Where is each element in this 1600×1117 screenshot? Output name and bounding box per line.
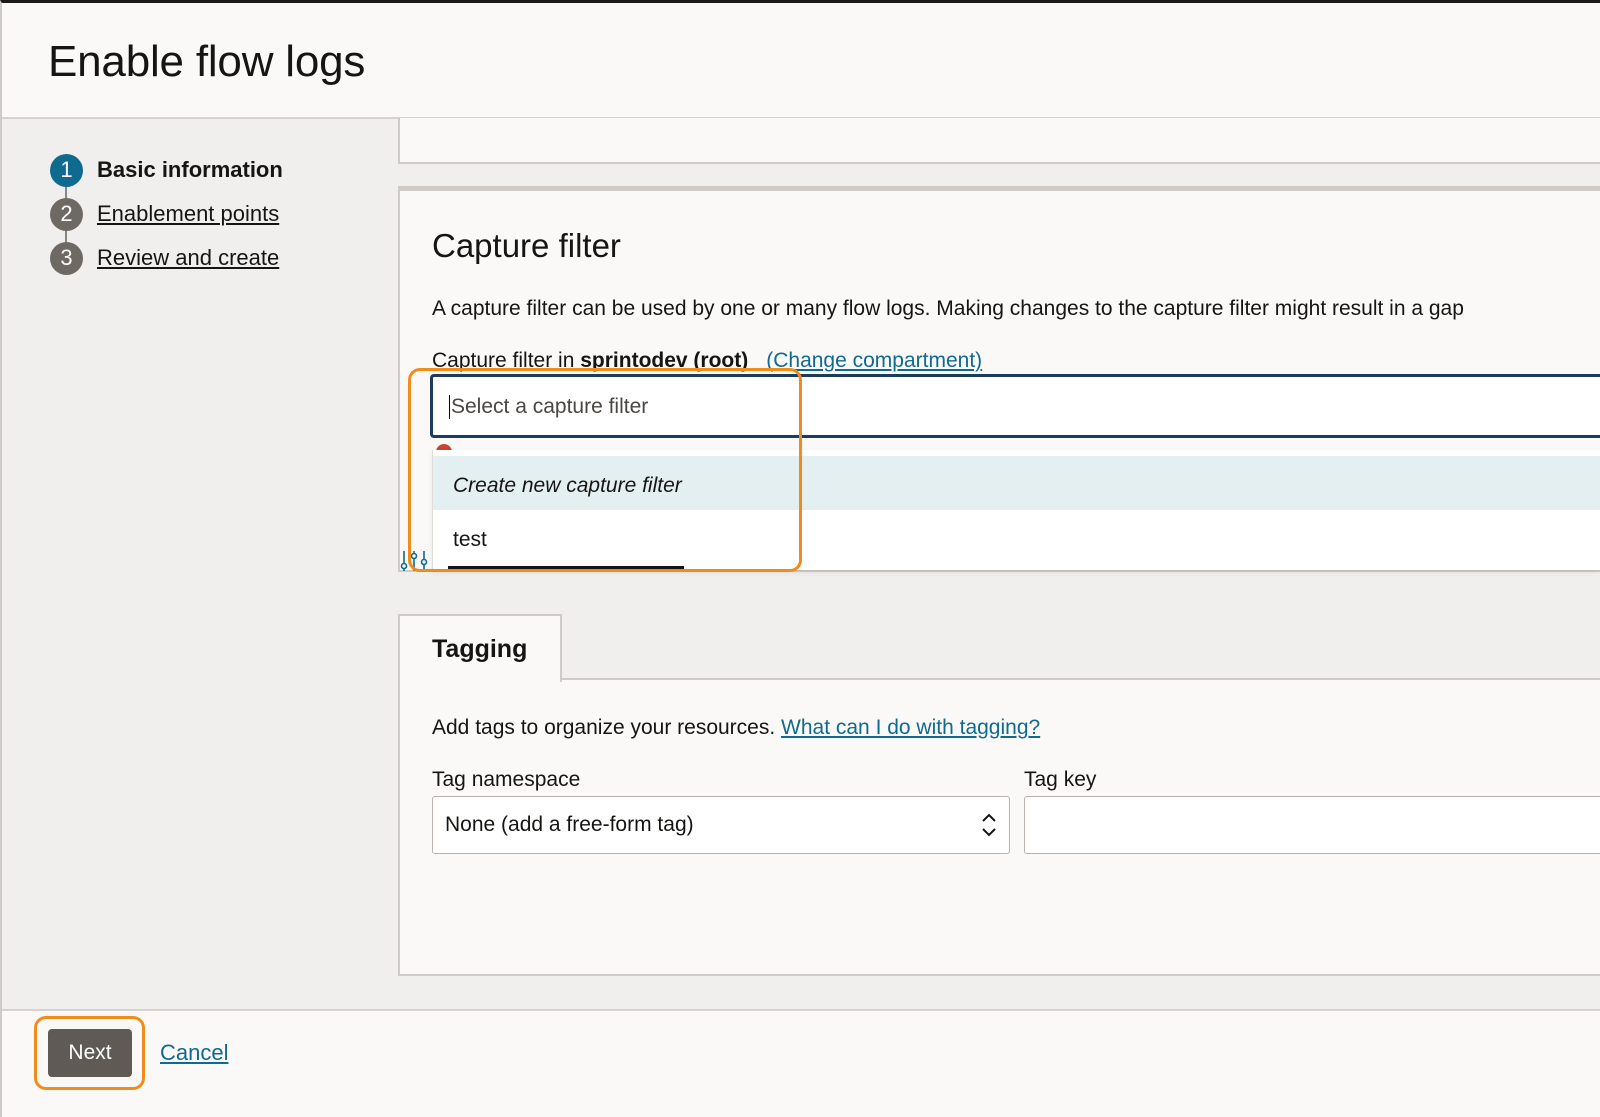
hidden-link-underline	[448, 566, 684, 570]
capture-filter-select[interactable]: Select a capture filter	[430, 374, 1600, 438]
step-label: Basic information	[97, 157, 283, 182]
capture-filter-label-prefix: Capture filter in	[432, 349, 581, 372]
tagging-help-text: Add tags to organize your resources. Wha…	[432, 716, 1040, 740]
capture-filter-dropdown: Create new capture filter test	[432, 450, 1600, 570]
step-label[interactable]: Enablement points	[97, 201, 279, 227]
cancel-link[interactable]: Cancel	[160, 1040, 228, 1066]
step-basic-information[interactable]: 1 Basic information	[50, 153, 283, 187]
advanced-options-icon[interactable]	[400, 548, 428, 574]
tag-namespace-label: Tag namespace	[432, 768, 581, 791]
capture-filter-placeholder: Select a capture filter	[451, 395, 649, 418]
step-enablement-points[interactable]: 2 Enablement points	[50, 197, 279, 231]
capture-filter-description: A capture filter can be used by one or m…	[432, 297, 1464, 320]
tag-namespace-value: None (add a free-form tag)	[445, 813, 694, 836]
step-number: 3	[50, 241, 83, 275]
compartment-name: sprintodev (root)	[580, 349, 749, 372]
option-test[interactable]: test	[433, 510, 1600, 564]
capture-filter-heading: Capture filter	[432, 227, 621, 264]
tag-namespace-select[interactable]: None (add a free-form tag)	[432, 796, 1010, 854]
tag-key-input[interactable]	[1024, 796, 1600, 854]
tagging-help-link[interactable]: What can I do with tagging?	[781, 716, 1040, 739]
tab-tagging[interactable]: Tagging	[398, 614, 562, 682]
step-review-and-create[interactable]: 3 Review and create	[50, 241, 279, 275]
select-updown-chevron-icon	[982, 813, 996, 837]
capture-filter-field-label: Capture filter in sprintodev (root) (Chan…	[432, 349, 982, 373]
change-compartment-link[interactable]: (Change compartment)	[766, 349, 982, 372]
page-title: Enable flow logs	[48, 37, 366, 86]
page-header: Enable flow logs	[2, 3, 1600, 119]
step-number: 1	[50, 153, 83, 187]
next-button[interactable]: Next	[48, 1029, 132, 1077]
tagging-help-prefix: Add tags to organize your resources.	[432, 716, 782, 739]
step-number: 2	[50, 197, 83, 231]
tag-key-label: Tag key	[1024, 768, 1097, 791]
step-label[interactable]: Review and create	[97, 245, 279, 271]
wizard-footer	[2, 1009, 1600, 1117]
option-create-new-capture-filter[interactable]: Create new capture filter	[433, 456, 1600, 510]
tagging-card: Add tags to organize your resources. Wha…	[398, 678, 1600, 976]
text-cursor	[449, 395, 450, 420]
previous-section-card	[398, 118, 1600, 164]
